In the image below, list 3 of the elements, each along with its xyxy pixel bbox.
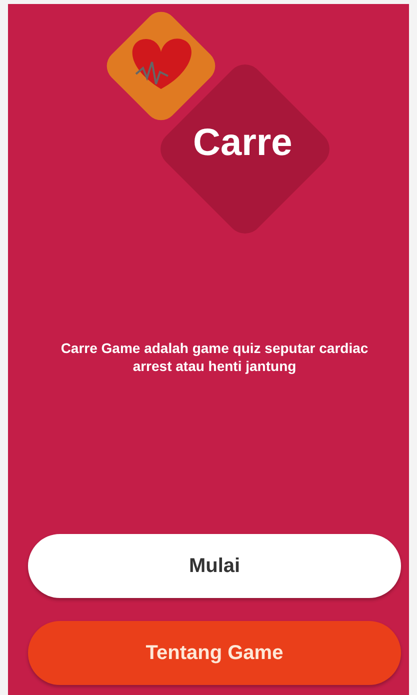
- start-button[interactable]: Mulai: [28, 534, 401, 598]
- app-title: Carre: [193, 122, 292, 165]
- app-description: Carre Game adalah game quiz seputar cardiac arrest atau henti jantung: [60, 339, 370, 376]
